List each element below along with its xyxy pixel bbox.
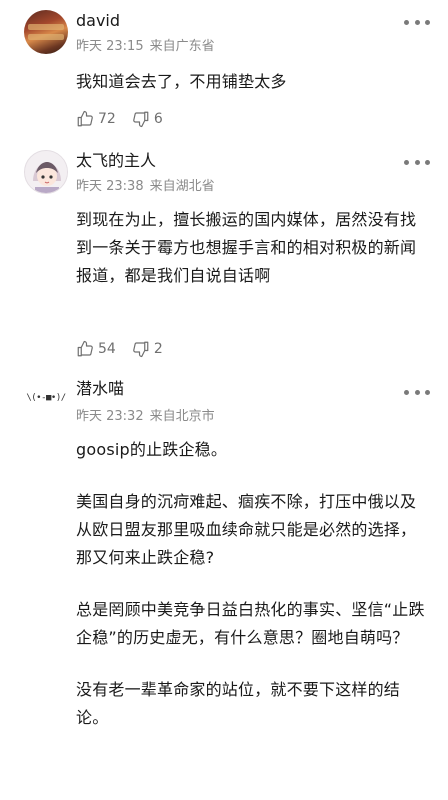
dislike-count: 6 (153, 111, 163, 127)
comment-body: 到现在为止，擅长搬运的国内媒体，居然没有找到一条关于霉方也想握手言和的相对积极的… (76, 206, 432, 290)
avatar[interactable]: \(•-■•)/ (24, 376, 68, 420)
avatar[interactable] (24, 10, 68, 54)
dislike-button[interactable]: 6 (132, 110, 163, 128)
comment-meta: 昨天 23:32 来自北京市 (76, 408, 215, 426)
like-count: 54 (98, 341, 116, 357)
comment-paragraph: 总是罔顾中美竞争日益白热化的事实、坚信“止跌企稳”的历史虚无，有什么意思？圈地自… (76, 600, 425, 647)
avatar[interactable] (24, 150, 68, 194)
thumbs-up-icon (77, 110, 93, 127)
comment-item: \(•-■•)/ 潜水喵 昨天 23:32 来自北京市 goosip的止跌企稳。 … (0, 370, 448, 800)
comment-body: 我知道会去了，不用铺垫太多 (76, 68, 432, 96)
comment-body: goosip的止跌企稳。 美国自身的沉疴难起、痼疾不除，打压中俄以及从欧日盟友那… (76, 436, 432, 732)
comment-paragraph: 没有老一辈革命家的站位，就不要下这样的结论。 (76, 680, 401, 727)
more-options-icon[interactable] (404, 388, 430, 396)
comment-paragraph: goosip的止跌企稳。 (76, 440, 228, 459)
cartoon-avatar-icon (25, 151, 67, 193)
dislike-count: 2 (153, 341, 163, 357)
comment-actions: 54 2 (76, 340, 179, 358)
like-button[interactable]: 72 (76, 110, 116, 128)
username[interactable]: 太飞的主人 (76, 150, 156, 172)
comment-item: 太飞的主人 昨天 23:38 来自湖北省 到现在为止，擅长搬运的国内媒体，居然没有… (0, 140, 448, 370)
dislike-button[interactable]: 2 (132, 340, 163, 358)
more-options-icon[interactable] (404, 18, 430, 26)
username[interactable]: david (76, 10, 120, 32)
thumbs-down-icon (132, 341, 149, 358)
comment-meta: 昨天 23:15 来自广东省 (76, 38, 215, 56)
comment-actions: 72 6 (76, 110, 179, 128)
comment-paragraph: 到现在为止，擅长搬运的国内媒体，居然没有找到一条关于霉方也想握手言和的相对积极的… (76, 210, 417, 285)
comment-paragraph: 美国自身的沉疴难起、痼疾不除，打压中俄以及从欧日盟友那里吸血续命就只能是必然的选… (76, 492, 417, 567)
more-options-icon[interactable] (404, 158, 430, 166)
like-button[interactable]: 54 (76, 340, 116, 358)
comment-item: david 昨天 23:15 来自广东省 我知道会去了，不用铺垫太多 72 6 (0, 0, 448, 140)
comment-location: 来自湖北省 (149, 179, 215, 194)
comment-meta: 昨天 23:38 来自湖北省 (76, 178, 215, 196)
thumbs-down-icon (132, 111, 149, 128)
comment-paragraph: 我知道会去了，不用铺垫太多 (76, 72, 287, 91)
comment-time: 昨天 23:32 (76, 409, 144, 424)
comment-time: 昨天 23:15 (76, 39, 144, 54)
comment-location: 来自北京市 (149, 409, 215, 424)
username[interactable]: 潜水喵 (76, 378, 124, 400)
thumbs-up-icon (77, 340, 93, 357)
comment-time: 昨天 23:38 (76, 179, 144, 194)
like-count: 72 (98, 111, 116, 127)
comment-location: 来自广东省 (149, 39, 215, 54)
